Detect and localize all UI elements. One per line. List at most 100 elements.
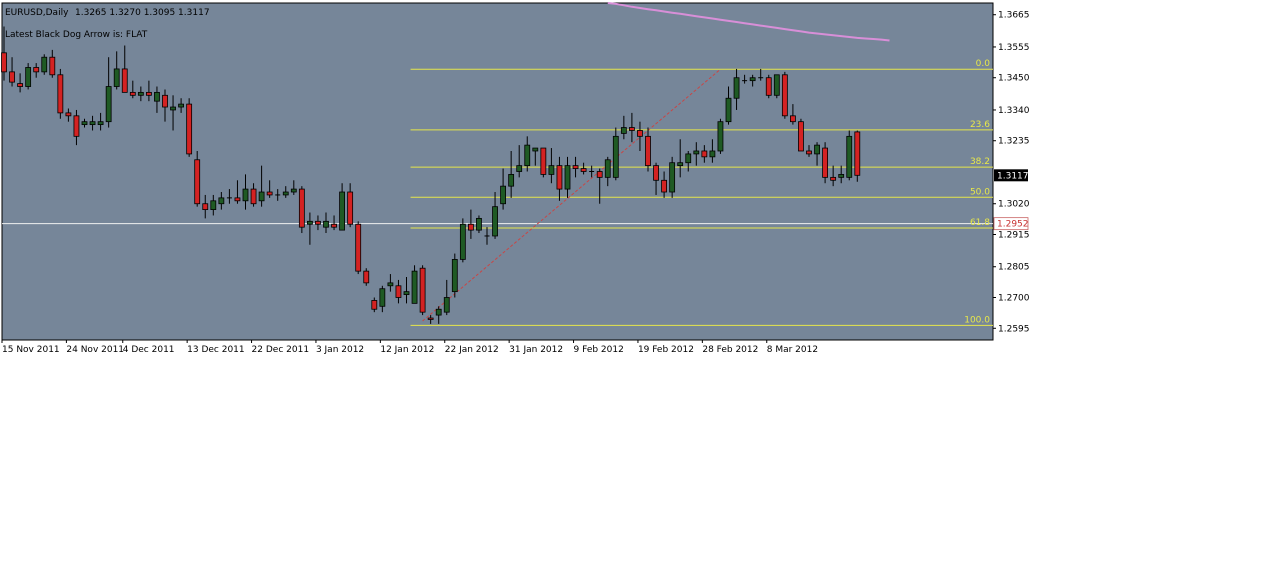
chart-window[interactable]: 0.0 23.6 38.2 50.0 61.8 100.0 EURUSD,Daily 1.… bbox=[0, 0, 1030, 358]
candle-body-bull bbox=[387, 282, 394, 287]
candle-body-bull bbox=[403, 291, 410, 295]
candle-body-bear bbox=[186, 103, 193, 155]
candle bbox=[451, 253, 458, 298]
candle-body-bear bbox=[580, 168, 587, 172]
candle-body-bull bbox=[81, 121, 88, 126]
time-tick-label: 13 Dec 2011 bbox=[187, 345, 245, 355]
candle-body-bull bbox=[451, 259, 458, 293]
candle bbox=[822, 142, 828, 184]
candle-body-bull bbox=[612, 135, 619, 178]
time-tick-label: 28 Feb 2012 bbox=[702, 345, 758, 355]
candle bbox=[355, 221, 362, 275]
candle-body-bear bbox=[17, 83, 24, 87]
candle-body-bear bbox=[49, 56, 56, 76]
price-tick-label: 1.3235 bbox=[998, 137, 1030, 147]
candle-body-bull bbox=[137, 91, 144, 96]
candle-body-bull bbox=[500, 185, 507, 205]
candle-body-bull bbox=[733, 77, 740, 99]
price-tick-label: 1.3555 bbox=[998, 43, 1030, 53]
candle-body-bear bbox=[363, 270, 370, 284]
candle bbox=[298, 186, 305, 234]
candle-body-bull bbox=[443, 297, 450, 313]
candle-body-bull bbox=[814, 144, 820, 155]
candle-body-bull bbox=[89, 121, 96, 126]
candle-body-bear bbox=[121, 68, 128, 93]
fib-level-label: 50.0 bbox=[970, 187, 990, 197]
candle bbox=[846, 130, 853, 181]
candle-body-bear bbox=[822, 147, 828, 178]
candle-body-bull bbox=[669, 162, 676, 193]
candle-body-bull bbox=[492, 206, 498, 237]
fib-level-label: 61.8 bbox=[970, 218, 990, 228]
candle-body-bull bbox=[693, 150, 700, 155]
candle-body-bear bbox=[701, 150, 708, 158]
candle-body-bear bbox=[145, 91, 152, 96]
candle-body-bear bbox=[234, 197, 241, 202]
candle-body-bull bbox=[210, 200, 217, 210]
price-tick-label: 1.2915 bbox=[998, 231, 1030, 241]
candle-body-bull bbox=[524, 144, 531, 167]
candle-body-bear bbox=[9, 71, 15, 83]
candle bbox=[781, 71, 788, 119]
indicator-status: Latest Black Dog Arrow is: FLAT bbox=[5, 30, 148, 40]
time-axis[interactable]: 15 Nov 2011 24 Nov 20114 Dec 2011 13 Dec 2… bbox=[1, 340, 818, 355]
candle bbox=[669, 156, 676, 198]
candle-body-bull bbox=[685, 153, 692, 164]
candle-body-bear bbox=[765, 77, 772, 96]
price-tick-label: 1.2805 bbox=[998, 263, 1030, 273]
candle-body-bull bbox=[113, 68, 120, 87]
candle-body-bull bbox=[154, 91, 160, 102]
candle-body-bull bbox=[838, 174, 845, 178]
price-tick-label: 1.2595 bbox=[998, 324, 1030, 334]
price-tick-label: 1.3020 bbox=[998, 200, 1030, 210]
price-tick-label: 1.2700 bbox=[998, 294, 1030, 304]
fib-level-label: 100.0 bbox=[964, 315, 990, 325]
plot-area[interactable] bbox=[2, 3, 993, 340]
candle-body-bear bbox=[427, 317, 434, 320]
fib-level-label: 23.6 bbox=[970, 120, 990, 130]
time-tick-label: 24 Nov 2011 bbox=[66, 345, 124, 355]
candle-body-bear bbox=[645, 135, 651, 167]
candle bbox=[459, 218, 466, 263]
candle-body-bear bbox=[162, 94, 168, 108]
candle-body-bear bbox=[33, 67, 40, 73]
candle-body-bear bbox=[65, 112, 72, 117]
candle-body-bull bbox=[339, 191, 346, 231]
candle-body-bull bbox=[516, 165, 523, 172]
candle-body-bear bbox=[298, 188, 305, 228]
candle-body-bear bbox=[798, 121, 804, 152]
candle-body-bull bbox=[725, 97, 732, 123]
time-tick-label: 3 Jan 2012 bbox=[316, 345, 364, 355]
candle bbox=[854, 130, 861, 182]
candle-body-bear bbox=[790, 115, 796, 123]
candle-body-bear bbox=[202, 203, 209, 210]
candle-body-bull bbox=[97, 121, 104, 126]
candle-body-bear bbox=[194, 159, 201, 205]
candle-body-bear bbox=[57, 74, 64, 114]
candle-body-bear bbox=[347, 191, 354, 225]
symbol-label: EURUSD,Daily bbox=[5, 8, 69, 18]
candle-body-bull bbox=[323, 220, 329, 228]
time-tick-label: 8 Mar 2012 bbox=[767, 345, 818, 355]
candle-body-bear bbox=[419, 267, 426, 313]
candle bbox=[363, 268, 370, 286]
candle bbox=[540, 147, 547, 178]
candle-body-bear bbox=[653, 165, 659, 181]
candle bbox=[411, 265, 418, 304]
candle-body-bear bbox=[854, 131, 861, 176]
candle-body-bear bbox=[266, 191, 273, 196]
hline-price-label: 1.2952 bbox=[997, 220, 1029, 230]
candle-body-bear bbox=[129, 91, 136, 96]
candle-body-bull bbox=[435, 308, 442, 316]
price-tick-label: 1.3450 bbox=[998, 74, 1030, 84]
candle-body-bear bbox=[540, 147, 547, 175]
candle-body-bear bbox=[661, 179, 667, 193]
fib-level-label: 38.2 bbox=[970, 157, 990, 167]
price-chart[interactable]: 0.0 23.6 38.2 50.0 61.8 100.0 EURUSD,Daily 1.… bbox=[0, 0, 1030, 358]
candle-body-bull bbox=[170, 106, 176, 111]
time-tick-label: 22 Dec 2011 bbox=[252, 345, 309, 355]
candle-body-bear bbox=[572, 165, 579, 169]
candle-body-bear bbox=[806, 150, 812, 155]
candle-body-bear bbox=[73, 115, 80, 137]
candle-body-bear bbox=[637, 130, 643, 137]
